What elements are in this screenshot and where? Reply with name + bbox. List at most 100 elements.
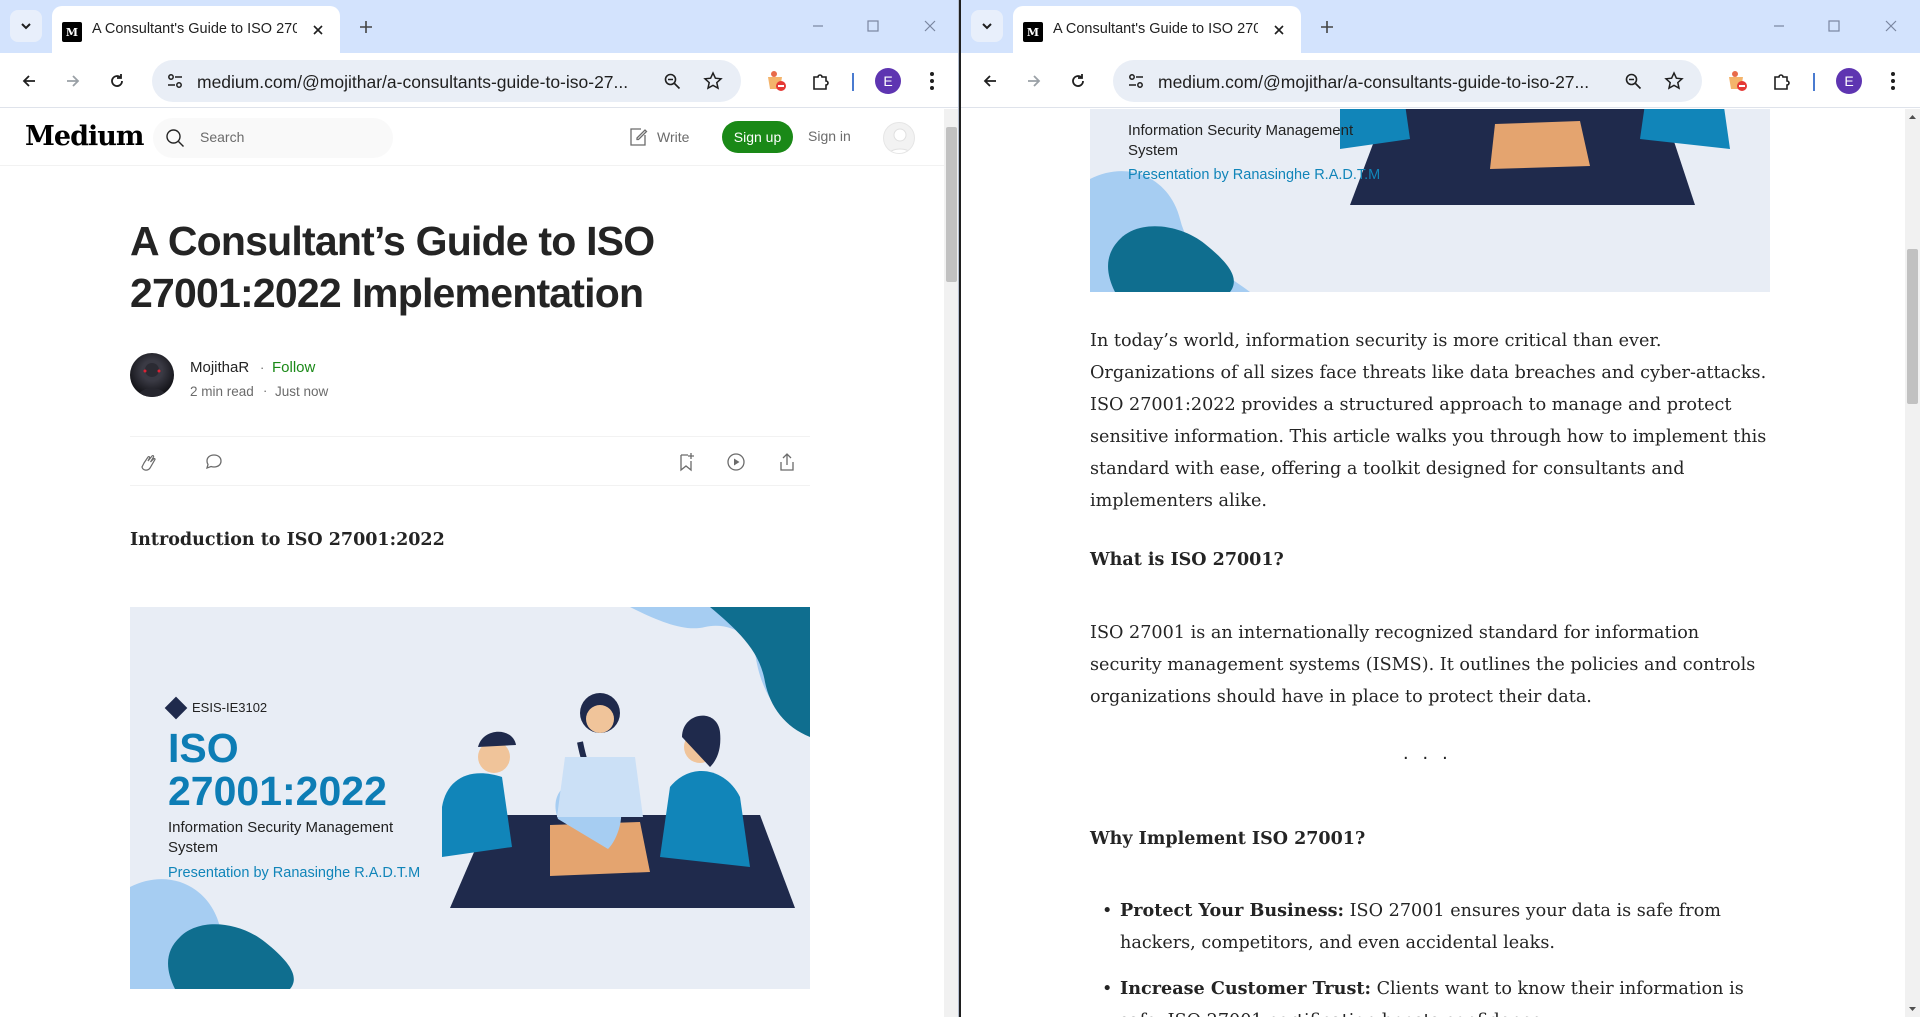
- what-paragraph: ISO 27001 is an internationally recogniz…: [1090, 623, 1756, 707]
- tune-icon: [1129, 74, 1143, 88]
- person-icon: [888, 128, 912, 153]
- scrollbar-thumb[interactable]: [1907, 249, 1918, 404]
- medium-favicon-icon: M: [1023, 22, 1043, 42]
- site-info-button[interactable]: [161, 67, 189, 95]
- bookmark-star-button[interactable]: [1660, 67, 1688, 95]
- scroll-down-icon[interactable]: [1905, 1003, 1920, 1015]
- adblock-extension-icon: [768, 71, 786, 91]
- window-close-button[interactable]: [915, 12, 945, 40]
- comment-button[interactable]: [202, 450, 226, 474]
- site-info-button[interactable]: [1122, 67, 1150, 95]
- listen-button[interactable]: [724, 450, 748, 474]
- tab-close-button[interactable]: [308, 20, 328, 40]
- tab-search-button[interactable]: [10, 10, 42, 42]
- separator-dot: ·: [263, 383, 268, 398]
- page-content: Information Security Management System P…: [961, 109, 1920, 1017]
- list-item-bold: Protect Your Business:: [1120, 900, 1345, 921]
- window-close-button[interactable]: [1876, 12, 1906, 40]
- medium-header: Medium Search Write Sign up Sign in: [0, 109, 944, 166]
- star-icon: [1664, 71, 1684, 90]
- plus-icon: [360, 21, 372, 33]
- hero-image: ESIS-IE3102 ISO 27001:2022 Information S…: [130, 607, 810, 989]
- chevron-down-icon: [982, 23, 992, 30]
- zoom-icon: [1625, 73, 1642, 90]
- write-icon: [630, 128, 648, 146]
- sign-in-link[interactable]: Sign in: [808, 128, 851, 144]
- tab-close-button[interactable]: [1269, 20, 1289, 40]
- extensions-button[interactable]: [1765, 64, 1799, 98]
- minimize-button[interactable]: [803, 12, 833, 40]
- back-button[interactable]: [12, 64, 46, 98]
- hero-brand-text: ESIS-IE3102: [192, 700, 268, 715]
- write-button[interactable]: Write: [627, 125, 689, 149]
- maximize-button[interactable]: [1819, 12, 1849, 40]
- star-icon: [703, 71, 723, 90]
- toolbar-separator: [1813, 73, 1815, 91]
- new-tab-button[interactable]: [352, 13, 380, 41]
- arrow-right-icon: [67, 75, 80, 87]
- clap-button[interactable]: [137, 450, 161, 474]
- bookmark-star-button[interactable]: [699, 67, 727, 95]
- zoom-button[interactable]: [658, 67, 686, 95]
- why-heading: Why Implement ISO 27001?: [1090, 829, 1366, 849]
- forward-button[interactable]: [1017, 64, 1051, 98]
- forward-button[interactable]: [56, 64, 90, 98]
- browser-tab[interactable]: M A Consultant's Guide to ISO 27001:2022…: [1013, 6, 1301, 53]
- scrollbar[interactable]: [1905, 109, 1920, 1017]
- more-vertical-icon: [930, 72, 934, 90]
- tune-icon: [168, 74, 182, 88]
- read-time: 2 min read: [190, 384, 254, 399]
- reload-button[interactable]: [100, 64, 134, 98]
- profile-avatar[interactable]: E: [1836, 68, 1862, 94]
- minimize-button[interactable]: [1764, 12, 1794, 40]
- toolbar-separator: [852, 73, 854, 91]
- user-avatar-icon[interactable]: [883, 122, 915, 154]
- back-button[interactable]: [973, 64, 1007, 98]
- share-button[interactable]: [775, 450, 799, 474]
- what-heading: What is ISO 27001?: [1090, 550, 1284, 570]
- sign-up-button[interactable]: Sign up: [722, 121, 793, 153]
- list-item: Protect Your Business: ISO 27001 ensures…: [1090, 895, 1780, 959]
- follow-button[interactable]: Follow: [272, 359, 315, 376]
- medium-logo[interactable]: Medium: [25, 121, 144, 152]
- maximize-icon: [867, 20, 879, 32]
- extension-adblock-button[interactable]: [759, 64, 793, 98]
- scroll-up-icon[interactable]: [1905, 111, 1920, 123]
- hero-title-line1: ISO: [168, 725, 239, 771]
- address-bar[interactable]: medium.com/@mojithar/a-consultants-guide…: [152, 60, 741, 102]
- extension-adblock-button[interactable]: [1720, 64, 1754, 98]
- hero-presenter: Presentation by Ranasinghe R.A.D.T.M: [1128, 167, 1381, 183]
- author-name[interactable]: MojithaR: [190, 359, 249, 376]
- arrow-left-icon: [22, 75, 35, 87]
- share-icon: [780, 453, 794, 471]
- arrow-right-icon: [1028, 75, 1041, 87]
- extensions-button[interactable]: [804, 64, 838, 98]
- medium-search-input[interactable]: Search: [153, 118, 393, 158]
- puzzle-icon: [813, 74, 829, 90]
- browser-window-right: M A Consultant's Guide to ISO 27001:2022…: [961, 0, 1920, 1017]
- zoom-icon: [664, 73, 681, 90]
- address-bar[interactable]: medium.com/@mojithar/a-consultants-guide…: [1113, 60, 1702, 102]
- scrollbar[interactable]: [944, 109, 958, 1017]
- search-placeholder: Search: [200, 129, 245, 145]
- plus-icon: [1321, 21, 1333, 33]
- author-avatar[interactable]: [130, 353, 174, 397]
- close-icon: [1885, 20, 1897, 32]
- menu-button[interactable]: [915, 64, 949, 98]
- new-tab-button[interactable]: [1313, 13, 1341, 41]
- intro-paragraph: In today’s world, information security i…: [1090, 331, 1767, 511]
- minimize-icon: [1774, 25, 1784, 27]
- tab-search-button[interactable]: [971, 10, 1003, 42]
- reload-button[interactable]: [1061, 64, 1095, 98]
- menu-button[interactable]: [1876, 64, 1910, 98]
- profile-avatar[interactable]: E: [875, 68, 901, 94]
- save-bookmark-button[interactable]: [674, 450, 698, 474]
- browser-tab[interactable]: M A Consultant's Guide to ISO 27001:2022…: [52, 6, 340, 53]
- close-icon: [1274, 25, 1284, 35]
- title-bar: M A Consultant's Guide to ISO 27001:2022…: [0, 0, 958, 53]
- zoom-button[interactable]: [1619, 67, 1647, 95]
- maximize-button[interactable]: [858, 12, 888, 40]
- scrollbar-thumb[interactable]: [946, 127, 957, 282]
- section-separator: ...: [1403, 742, 1462, 764]
- published-time: Just now: [275, 384, 329, 399]
